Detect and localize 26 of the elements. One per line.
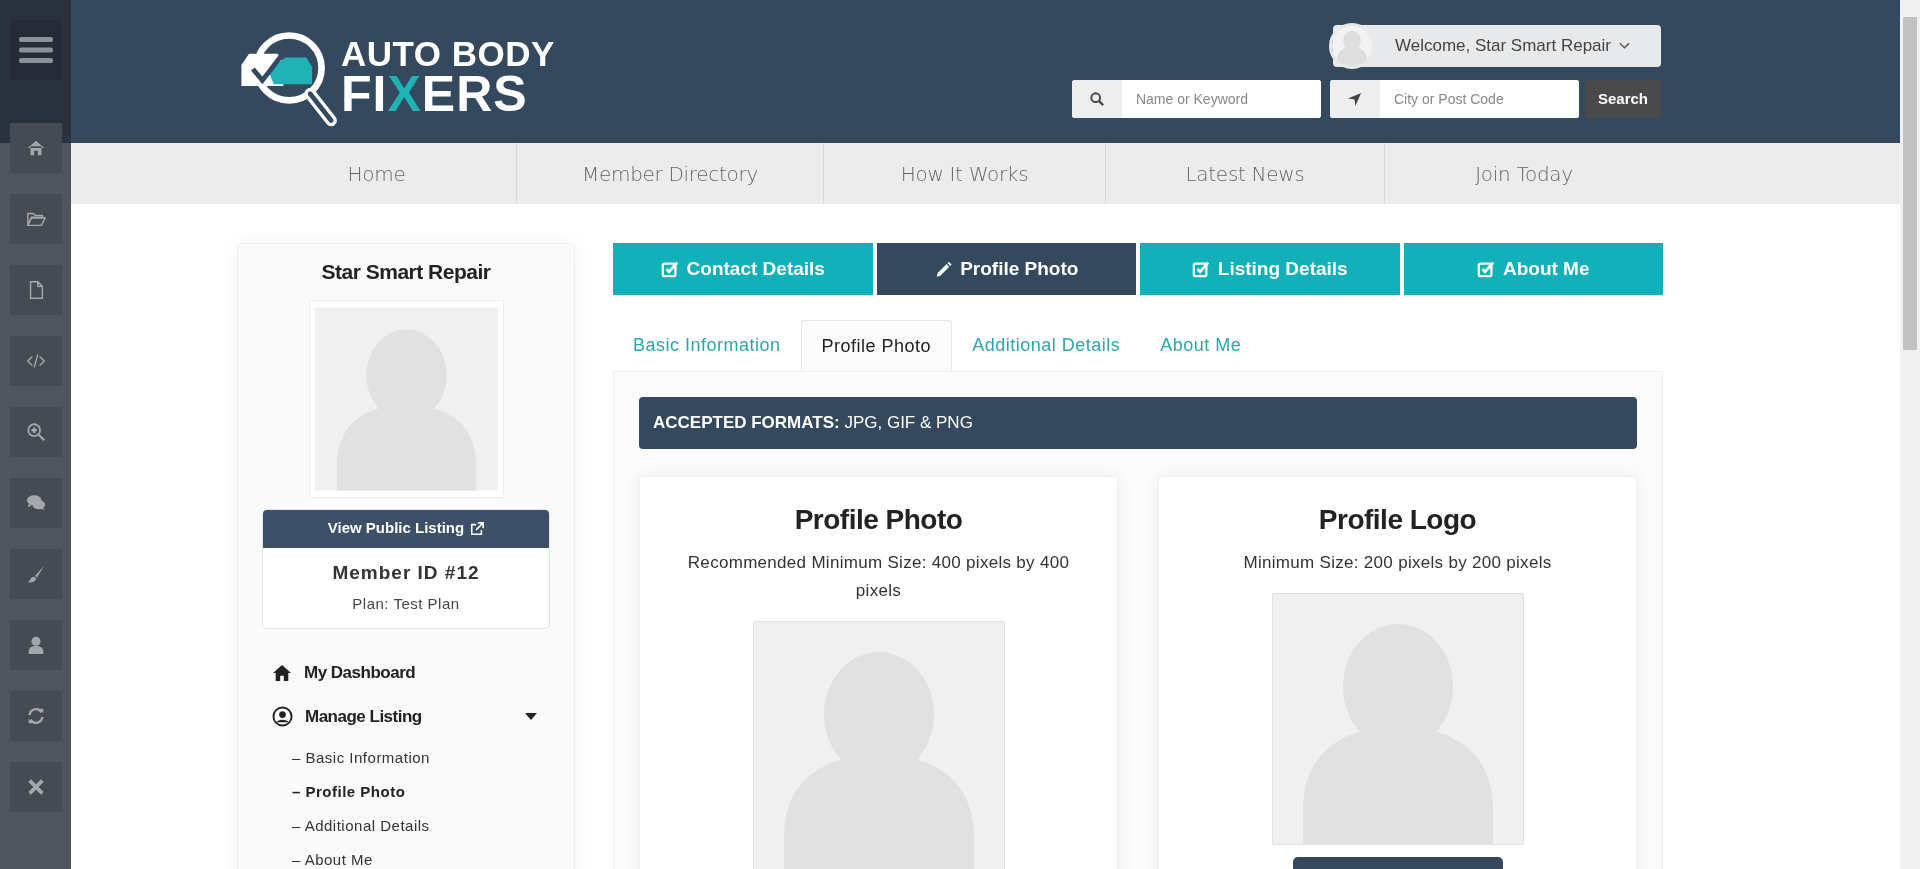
nav-link[interactable]: How It Works xyxy=(900,158,1029,189)
menu-link[interactable]: Manage Listing xyxy=(305,703,422,730)
card-description: Minimum Size: 200 pixels by 200 pixels xyxy=(1242,552,1553,574)
submenu-link[interactable]: – About Me xyxy=(292,842,550,869)
nav-link[interactable]: Latest News xyxy=(1185,158,1305,189)
nav-link[interactable]: Join Today xyxy=(1475,158,1573,189)
card-title: Profile Logo xyxy=(1318,503,1477,537)
card-title: Profile Photo xyxy=(794,503,963,537)
member-name: Star Smart Repair xyxy=(320,259,492,285)
menu-link[interactable]: My Dashboard xyxy=(304,659,416,686)
submenu-link[interactable]: – Profile Photo xyxy=(292,774,550,809)
logo[interactable]: AUTO BODY FIXERS xyxy=(237,25,555,130)
submenu-link[interactable]: – Additional Details xyxy=(292,808,550,843)
plan-label: Plan: Test Plan xyxy=(351,594,461,614)
nav-link[interactable]: Member Directory xyxy=(582,158,758,189)
search-button[interactable]: Search xyxy=(1584,80,1661,118)
accepted-formats-banner: ACCEPTED FORMATS: JPG, GIF & PNG xyxy=(639,397,1637,449)
submenu-link[interactable]: – Basic Information xyxy=(292,740,550,775)
section-tab[interactable]: Profile Photo xyxy=(800,320,953,371)
card-description: Recommended Minimum Size: 400 pixels by 400 pixels xyxy=(686,552,1071,602)
location-box[interactable]: City or Post Code xyxy=(1329,80,1579,118)
keyword-search-box[interactable]: Name or Keyword xyxy=(1071,80,1321,118)
view-public-listing-button[interactable]: View Public Listing xyxy=(263,509,549,548)
nav-link[interactable]: Home xyxy=(347,158,406,189)
step-tab[interactable]: Profile Photo xyxy=(876,243,1136,295)
member-id: Member ID #12 xyxy=(331,560,481,585)
